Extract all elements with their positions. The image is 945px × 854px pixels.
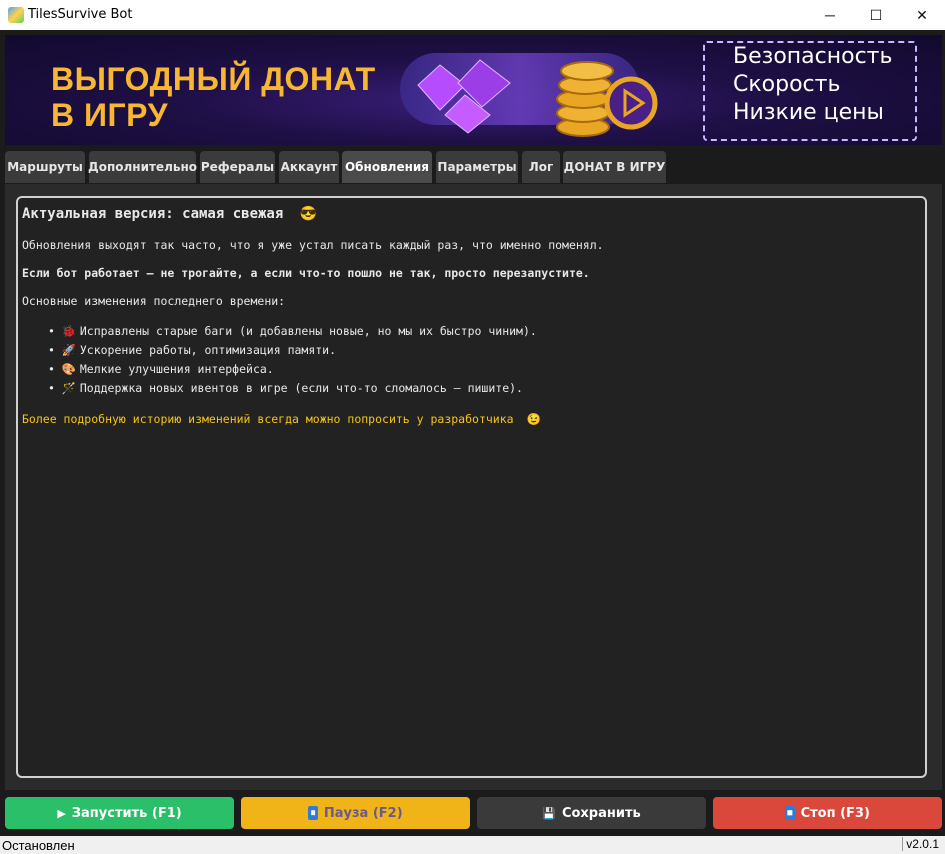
tab-routes[interactable]: Маршруты xyxy=(5,151,85,183)
play-icon: ▶ xyxy=(57,806,66,820)
updates-paragraph-restart: Если бот работает – не трогайте, а если … xyxy=(22,266,590,280)
gems-icon xyxy=(417,59,511,134)
list-item-text: Поддержка новых ивентов в игре (если что… xyxy=(79,381,523,395)
banner-features: Безопасность Скорость Низкие цены xyxy=(703,41,917,141)
tab-parameters[interactable]: Параметры xyxy=(436,151,518,183)
minimize-button[interactable]: ─ xyxy=(807,0,853,30)
pause-icon: ⏸ xyxy=(308,806,318,820)
wink-emoji-icon: 😉 xyxy=(526,412,541,426)
tab-additional[interactable]: Дополнительно xyxy=(88,151,197,183)
status-text: Остановлен xyxy=(2,838,75,853)
save-button-label: Сохранить xyxy=(561,805,641,821)
banner-feature-security: Безопасность xyxy=(733,44,893,69)
list-item-text: Ускорение работы, оптимизация памяти. xyxy=(79,343,337,357)
banner-headline: ВЫГОДНЫЙ ДОНАТ В ИГРУ xyxy=(51,61,376,133)
rocket-icon: 🚀 xyxy=(61,343,77,357)
stop-icon: ⏹ xyxy=(785,806,795,820)
tab-referrals[interactable]: Рефералы xyxy=(200,151,275,183)
banner-feature-speed: Скорость xyxy=(733,72,841,97)
tab-log[interactable]: Лог xyxy=(522,151,560,183)
sunglasses-emoji-icon: 😎 xyxy=(299,206,318,222)
floppy-disk-icon: 💾 xyxy=(542,806,556,820)
bug-icon: 🐞 xyxy=(61,324,77,338)
list-item-text: Мелкие улучшения интерфейса. xyxy=(79,362,274,376)
stop-button[interactable]: ⏹ Стоп (F3) xyxy=(713,797,942,829)
updates-heading-text: Актуальная версия: самая свежая xyxy=(22,206,284,222)
list-item: • 🎨 Мелкие улучшения интерфейса. xyxy=(48,362,274,376)
updates-footer-text: Более подробную историю изменений всегда… xyxy=(22,412,514,426)
coins-icon xyxy=(556,61,658,137)
pause-button[interactable]: ⏸ Пауза (F2) xyxy=(241,797,470,829)
app-icon xyxy=(8,7,24,23)
status-bar: Остановлен v2.0.1 xyxy=(0,836,945,854)
tab-updates[interactable]: Обновления xyxy=(342,151,432,183)
save-button[interactable]: 💾 Сохранить xyxy=(477,797,706,829)
title-bar: TilesSurvive Bot ─ ☐ ✕ xyxy=(0,0,945,30)
updates-footer-note: Более подробную историю изменений всегда… xyxy=(22,412,541,426)
list-item: • 🪄 Поддержка новых ивентов в игре (если … xyxy=(48,381,523,395)
version-label: v2.0.1 xyxy=(902,837,942,851)
updates-text-box[interactable]: Актуальная версия: самая свежая 😎 Обновл… xyxy=(16,196,927,778)
list-item: • 🚀 Ускорение работы, оптимизация памяти. xyxy=(48,343,337,357)
donate-banner[interactable]: ВЫГОДНЫЙ ДОНАТ В ИГРУ Безопасность Скоро… xyxy=(5,35,942,145)
updates-heading: Актуальная версия: самая свежая 😎 xyxy=(22,206,317,222)
stop-button-label: Стоп (F3) xyxy=(800,805,870,821)
pause-button-label: Пауза (F2) xyxy=(323,805,403,821)
magic-wand-icon: 🪄 xyxy=(61,381,77,395)
banner-headline-line1: ВЫГОДНЫЙ ДОНАТ xyxy=(51,61,376,97)
palette-icon: 🎨 xyxy=(61,362,77,376)
tab-donate[interactable]: ДОНАТ В ИГРУ xyxy=(563,151,666,183)
tab-account[interactable]: Аккаунт xyxy=(279,151,339,183)
start-button-label: Запустить (F1) xyxy=(71,805,182,821)
close-button[interactable]: ✕ xyxy=(899,0,945,30)
list-item-text: Исправлены старые баги (и добавлены новы… xyxy=(79,324,537,338)
banner-headline-line2: В ИГРУ xyxy=(51,97,168,133)
list-item: • 🐞 Исправлены старые баги (и добавлены н… xyxy=(48,324,537,338)
updates-paragraph-frequency: Обновления выходят так часто, что я уже … xyxy=(22,238,604,252)
window-title: TilesSurvive Bot xyxy=(28,7,133,22)
maximize-button[interactable]: ☐ xyxy=(853,0,899,30)
updates-paragraph-changes: Основные изменения последнего времени: xyxy=(22,294,286,308)
start-button[interactable]: ▶ Запустить (F1) xyxy=(5,797,234,829)
banner-feature-prices: Низкие цены xyxy=(733,100,884,125)
